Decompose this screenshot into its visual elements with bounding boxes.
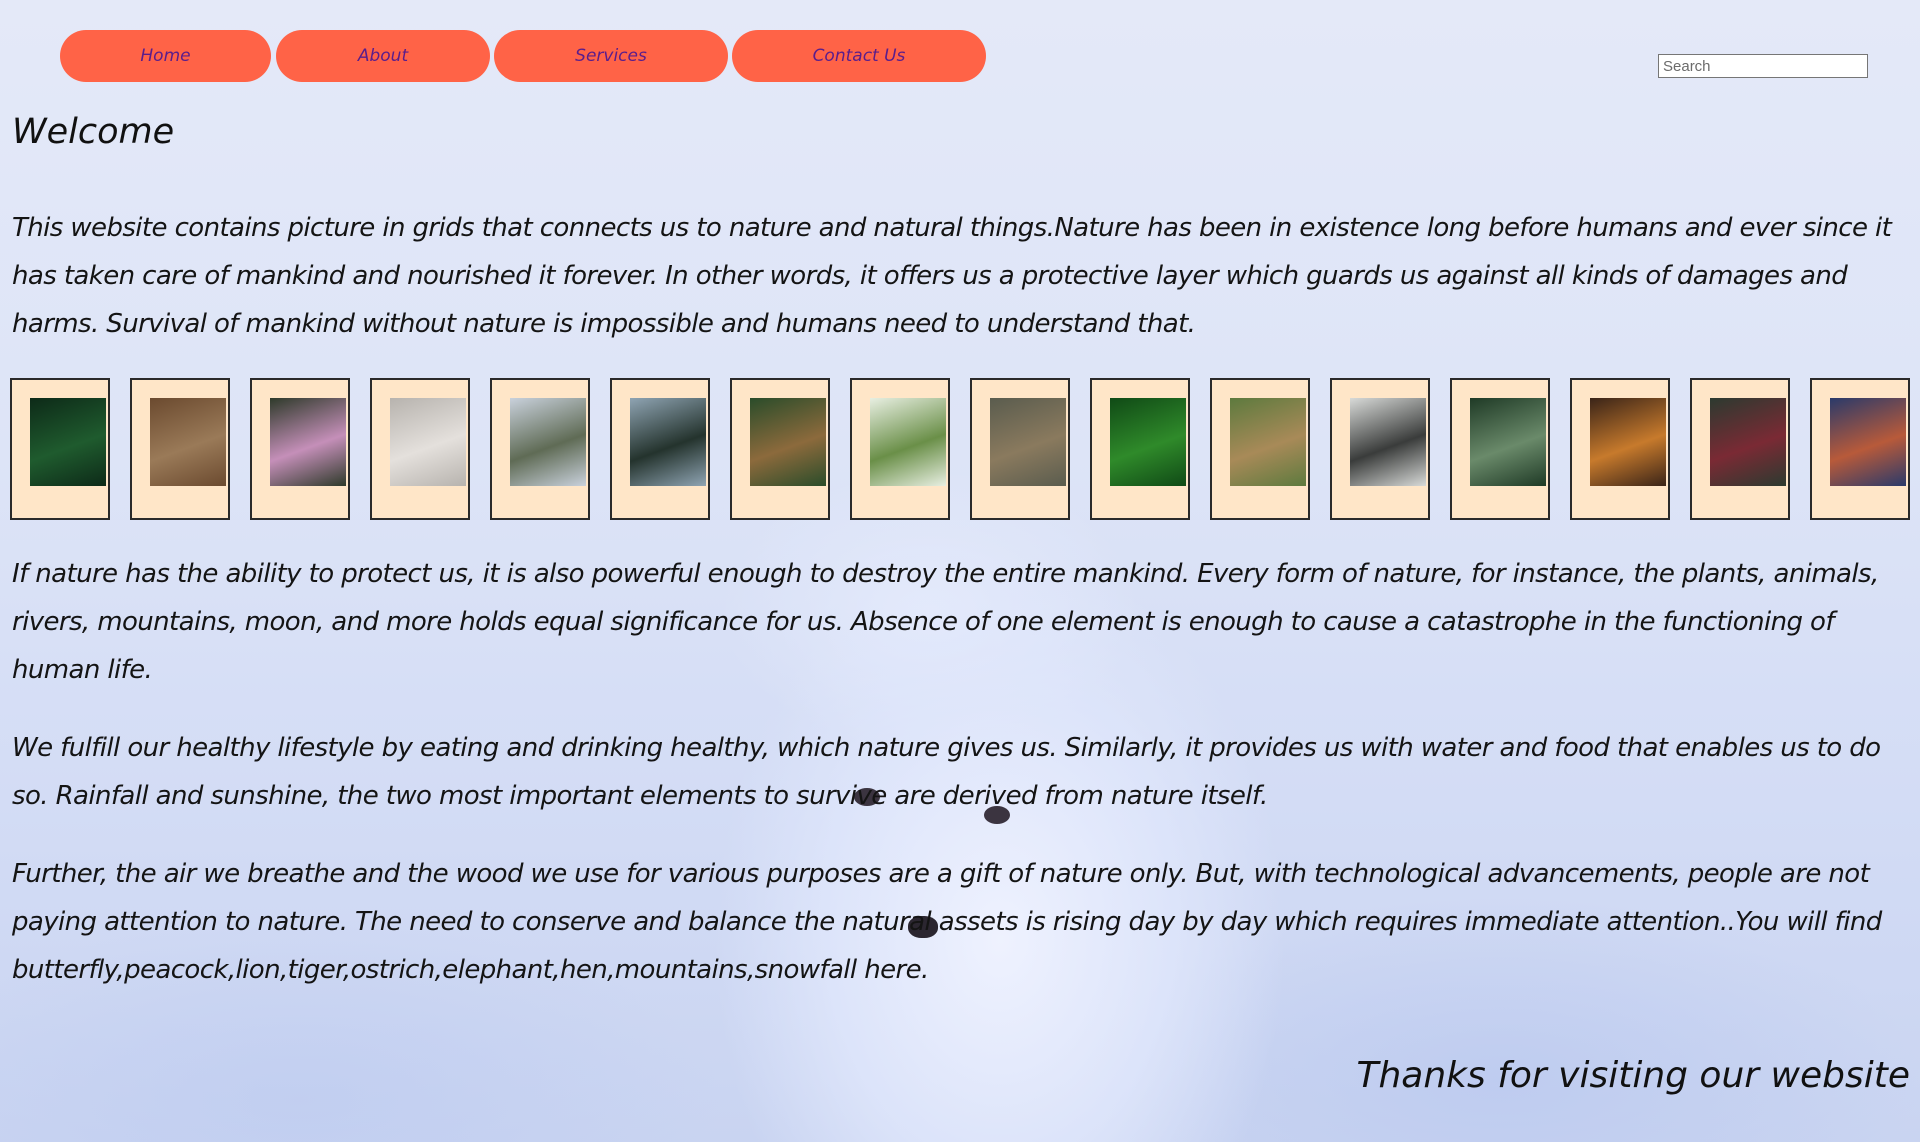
gallery-frame[interactable] <box>10 378 110 520</box>
gallery-frame[interactable] <box>490 378 590 520</box>
hiker-woods-photo <box>1710 398 1786 486</box>
leaves-photo <box>30 398 106 486</box>
snowy-river-photo <box>1350 398 1426 486</box>
bird-branch-photo <box>870 398 946 486</box>
gallery-frame[interactable] <box>1810 378 1910 520</box>
sunset-water-photo <box>1590 398 1666 486</box>
nav-services-button[interactable]: Services <box>494 30 728 82</box>
gallery-frame[interactable] <box>730 378 830 520</box>
misty-birds-photo <box>390 398 466 486</box>
gallery-frame[interactable] <box>1210 378 1310 520</box>
thanks-message: Thanks for visiting our website <box>1356 1055 1910 1096</box>
gallery-frame[interactable] <box>850 378 950 520</box>
nav-about-button[interactable]: About <box>276 30 490 82</box>
gallery-frame[interactable] <box>1330 378 1430 520</box>
gallery-frame[interactable] <box>130 378 230 520</box>
forest-lake-photo <box>630 398 706 486</box>
gallery-frame[interactable] <box>1570 378 1670 520</box>
paragraph-lifestyle: We fulfill our healthy lifestyle by eati… <box>12 733 1881 811</box>
paragraph-conservation: Further, the air we breathe and the wood… <box>12 859 1882 985</box>
elephant-photo <box>990 398 1066 486</box>
fern-photo <box>1110 398 1186 486</box>
image-gallery <box>10 378 1920 520</box>
gallery-frame[interactable] <box>1450 378 1550 520</box>
nav-contact-button[interactable]: Contact Us <box>732 30 986 82</box>
gallery-frame[interactable] <box>970 378 1070 520</box>
deer-forest-photo <box>750 398 826 486</box>
pine-forest-photo <box>1470 398 1546 486</box>
paragraph-protect: If nature has the ability to protect us,… <box>12 559 1879 685</box>
gallery-frame[interactable] <box>1090 378 1190 520</box>
gallery-frame[interactable] <box>610 378 710 520</box>
deer-meadow-photo <box>1230 398 1306 486</box>
nav-home-button[interactable]: Home <box>60 30 271 82</box>
intro-paragraph: This website contains picture in grids t… <box>12 213 1892 339</box>
search-input[interactable] <box>1658 54 1868 78</box>
highland-cow-photo <box>150 398 226 486</box>
butterfly-flower-photo <box>270 398 346 486</box>
parrot-photo <box>1830 398 1906 486</box>
gallery-frame[interactable] <box>370 378 470 520</box>
coast-photo <box>510 398 586 486</box>
gallery-frame[interactable] <box>250 378 350 520</box>
gallery-frame[interactable] <box>1690 378 1790 520</box>
page-title: Welcome <box>12 112 175 152</box>
